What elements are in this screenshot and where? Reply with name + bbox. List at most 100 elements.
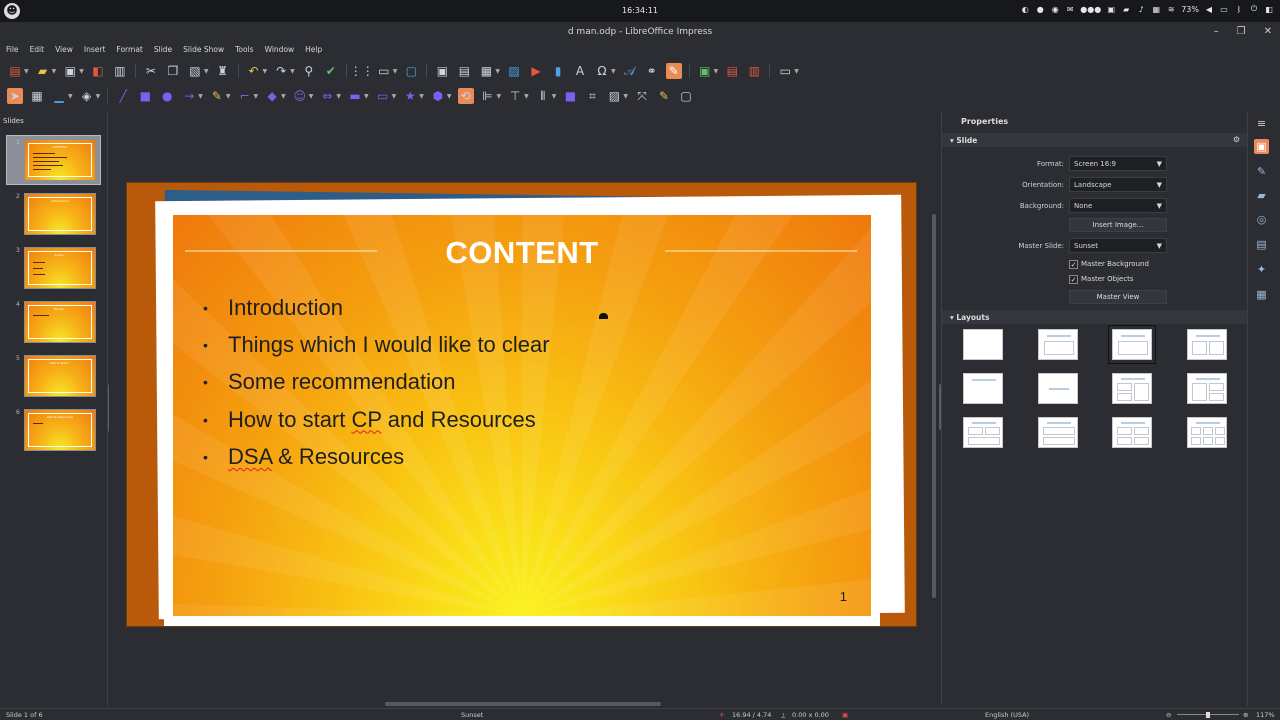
rectangle-icon[interactable]: ■ [137, 88, 153, 104]
fill-color-icon[interactable]: ◈ [79, 88, 95, 104]
menu-edit[interactable]: Edit [30, 42, 45, 58]
night-mode-icon[interactable]: ◐ [1020, 5, 1030, 14]
new-document-icon[interactable]: ▤ [7, 63, 23, 79]
menu-window[interactable]: Window [265, 42, 295, 58]
lines-arrows-icon[interactable]: → [181, 88, 197, 104]
slide-thumbnail-2[interactable]: Introduction [24, 193, 96, 235]
slide-thumbnail-4[interactable]: Things... [24, 301, 96, 343]
keyboard-icon[interactable]: ▦ [1151, 5, 1161, 14]
delete-slide-icon[interactable]: ▥ [746, 63, 762, 79]
undo-icon[interactable]: ↶ [246, 63, 262, 79]
transformations-icon[interactable]: ⟲ [457, 88, 474, 104]
bluetooth-icon[interactable]: ᛒ [1234, 5, 1244, 14]
slide-content-area[interactable]: CONTENT • Introduction • Things which I wo… [173, 215, 871, 616]
spelling-icon[interactable]: ✔ [323, 63, 339, 79]
slide-transition-deck-icon[interactable]: ▦ [1254, 287, 1269, 302]
layout-blank[interactable] [963, 329, 1003, 360]
connector-icon[interactable]: ⌐ [237, 88, 253, 104]
new-slide-icon[interactable]: ▣ [434, 63, 450, 79]
align-objects-icon[interactable]: ⊫ [480, 88, 496, 104]
bullet-item[interactable]: • DSA & Resources [203, 438, 550, 475]
save-icon[interactable]: ▣ [62, 63, 78, 79]
hyperlink-icon[interactable]: ⚭ [644, 63, 660, 79]
textbox-icon[interactable]: A [572, 63, 588, 79]
layout-centered-text[interactable] [1038, 373, 1078, 404]
layout-title-content-over-content[interactable] [1038, 417, 1078, 448]
styles-deck-icon[interactable]: ✎ [1254, 164, 1269, 179]
duplicate-slide-icon[interactable]: ▤ [456, 63, 472, 79]
mail-icon[interactable]: ✉ [1065, 5, 1075, 14]
distribute-icon[interactable]: ⫴ [535, 88, 551, 104]
menu-file[interactable]: File [6, 42, 19, 58]
battery-icon[interactable]: ▭ [1219, 5, 1229, 14]
open-icon[interactable]: ▰ [35, 63, 51, 79]
slide-title[interactable]: CONTENT [173, 235, 871, 271]
shadow-icon[interactable]: ■ [562, 88, 578, 104]
folder-icon[interactable]: ▰ [1121, 5, 1131, 14]
bullet-item[interactable]: • Some recommendation [203, 364, 550, 401]
display-views-icon[interactable]: ▭ [376, 63, 392, 79]
menu-help[interactable]: Help [305, 42, 322, 58]
orientation-select[interactable]: Landscape ▼ [1069, 177, 1167, 192]
show-draw-functions-icon[interactable]: ✎ [665, 63, 682, 79]
layout-title-2content-over-content[interactable] [963, 417, 1003, 448]
zoom-slider-thumb[interactable] [1206, 712, 1210, 718]
glue-points-icon[interactable]: ✎ [656, 88, 672, 104]
clone-formatting-icon[interactable]: ♜ [215, 63, 231, 79]
bullet-item[interactable]: • Things which I would like to clear [203, 326, 550, 363]
vertical-scrollbar[interactable] [932, 214, 936, 598]
layout-title-6content[interactable] [1187, 417, 1227, 448]
clipboard-icon[interactable]: ▣ [1106, 5, 1116, 14]
print-icon[interactable]: ▥ [112, 63, 128, 79]
special-character-icon[interactable]: Ω [594, 63, 610, 79]
layout-title-only[interactable] [963, 373, 1003, 404]
fontwork-icon[interactable]: 𝒜 [622, 63, 638, 79]
gallery-deck-icon[interactable]: ▰ [1254, 188, 1269, 203]
redo-icon[interactable]: ↷ [273, 63, 289, 79]
sidebar-menu-icon[interactable]: ≡ [1254, 116, 1269, 131]
paste-icon[interactable]: ▧ [187, 63, 203, 79]
bullet-item[interactable]: • How to start CP and Resources [203, 401, 550, 438]
wifi-icon[interactable]: ≋ [1166, 5, 1176, 14]
zoom-out-icon[interactable]: ⊖ [1166, 711, 1171, 719]
block-arrows-icon[interactable]: ⇔ [319, 88, 335, 104]
discord-icon[interactable]: ◉ [1050, 5, 1060, 14]
slide-canvas[interactable]: CONTENT • Introduction • Things which I wo… [109, 112, 931, 706]
zoom-in-icon[interactable]: ⊕ [1243, 711, 1248, 719]
callouts-icon[interactable]: ▭ [375, 88, 391, 104]
toggle-extrusion-icon[interactable]: ▢ [678, 88, 694, 104]
app-indicator-icon[interactable]: ● [1035, 5, 1045, 14]
horizontal-scrollbar[interactable] [385, 702, 661, 706]
slide-thumbnail-3[interactable]: Some... [24, 247, 96, 289]
more-dots-icon[interactable]: ●●● [1080, 5, 1101, 14]
menu-format[interactable]: Format [116, 42, 142, 58]
background-select[interactable]: None ▼ [1069, 198, 1167, 213]
crop-icon[interactable]: ⌗ [584, 88, 600, 104]
line-color-icon[interactable]: ▁ [51, 88, 67, 104]
close-icon[interactable]: ✕ [1264, 26, 1272, 37]
power-icon[interactable]: ⏻ [1249, 4, 1259, 14]
cut-icon[interactable]: ✂ [143, 63, 159, 79]
slide-page[interactable]: CONTENT • Introduction • Things which I wo… [126, 182, 917, 627]
3d-objects-icon[interactable]: ⬢ [430, 88, 446, 104]
master-background-checkbox[interactable]: ✓ Master Background [1069, 258, 1149, 270]
line-tool-icon[interactable]: ╱ [115, 88, 131, 104]
start-slideshow-icon[interactable]: ▭ [777, 63, 793, 79]
battery-level[interactable]: 73% [1181, 5, 1199, 14]
properties-deck-icon[interactable]: ▣ [1254, 139, 1269, 154]
menu-insert[interactable]: Insert [84, 42, 106, 58]
zoom-level-status[interactable]: 117% [1256, 711, 1275, 719]
slide-thumbnail-1[interactable]: CONTENT [24, 139, 96, 181]
animation-deck-icon[interactable]: ✦ [1254, 262, 1269, 277]
select-tool-icon[interactable]: ➤ [7, 88, 23, 104]
menu-slide-show[interactable]: Slide Show [183, 42, 224, 58]
slide-thumbnail-5[interactable]: How to start... [24, 355, 96, 397]
layout-title-2content-content[interactable] [1112, 373, 1152, 404]
basic-shapes-icon[interactable]: ◆ [264, 88, 280, 104]
media-icon[interactable]: ▶ [528, 63, 544, 79]
layout-title-content-selected[interactable] [1108, 325, 1156, 364]
ellipse-icon[interactable]: ● [159, 88, 175, 104]
insert-image-button[interactable]: Insert Image... [1069, 218, 1167, 232]
toggle-icon[interactable]: ◧ [1264, 5, 1274, 14]
bullet-item[interactable]: • Introduction [203, 289, 550, 326]
